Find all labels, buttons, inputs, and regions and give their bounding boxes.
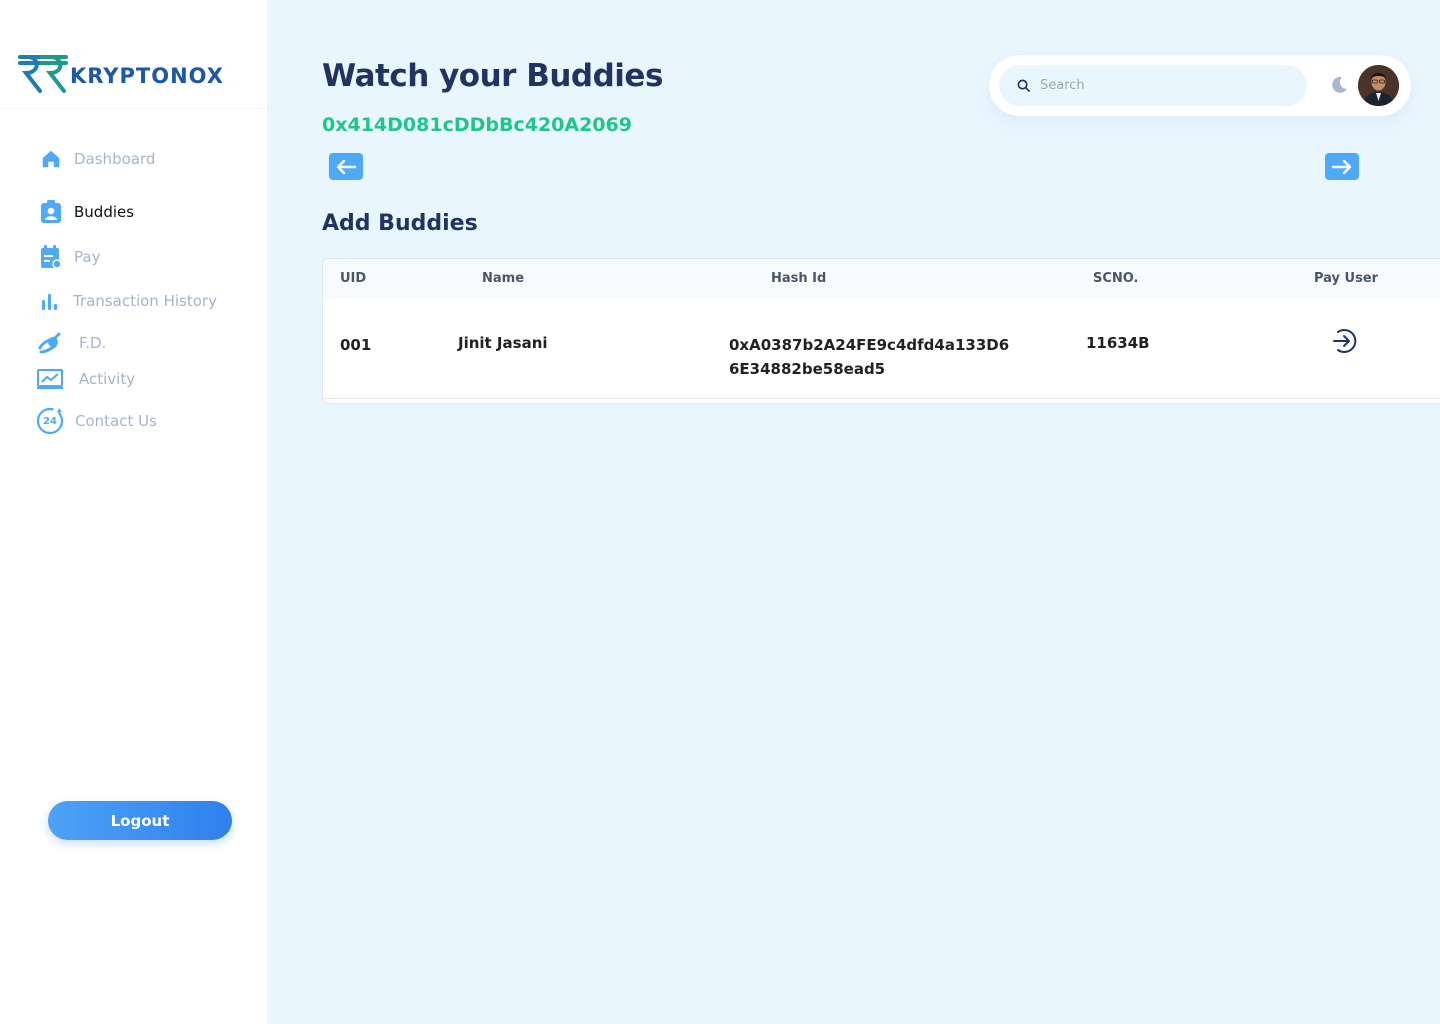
home-icon (38, 146, 64, 172)
bar-chart-icon (37, 288, 63, 314)
search-input[interactable] (1040, 78, 1280, 93)
buddies-table: UID Name Hash Id SCNO. Pay User 001 Jini… (322, 258, 1440, 404)
cell-scno: 11634B (1086, 334, 1150, 352)
cell-uid: 001 (340, 336, 372, 354)
sidebar-item-activity[interactable]: Activity (37, 366, 135, 392)
logo-divider (0, 108, 267, 109)
column-header-pay-user: Pay User (1314, 271, 1379, 286)
column-header-uid: UID (340, 271, 367, 286)
page-title: Watch your Buddies (322, 58, 663, 94)
column-header-name: Name (482, 271, 525, 286)
sidebar-item-buddies[interactable]: Buddies (38, 199, 134, 225)
support-24-icon: 24 (35, 406, 65, 436)
top-bar (989, 55, 1411, 116)
sidebar-item-transaction-history[interactable]: Transaction History (37, 288, 217, 314)
search-icon (1017, 79, 1030, 92)
column-header-hash-id: Hash Id (771, 271, 827, 286)
cell-name: Jinit Jasani (458, 334, 548, 352)
hash-line-2: 6E34882be58ead5 (729, 360, 886, 378)
hand-coin-icon (37, 330, 63, 356)
sidebar-item-label: F.D. (79, 334, 107, 352)
sidebar-item-label: Dashboard (74, 150, 156, 168)
next-button[interactable] (1325, 153, 1359, 180)
avatar[interactable] (1358, 65, 1399, 106)
section-title: Add Buddies (322, 211, 478, 236)
logout-button[interactable]: Logout (48, 801, 232, 840)
sidebar-item-dashboard[interactable]: Dashboard (38, 146, 155, 172)
logo-mark-icon (18, 55, 68, 93)
brand-name: KRYPTONOX (70, 64, 224, 88)
contact-badge-icon (38, 199, 64, 225)
sidebar-item-label: Buddies (74, 203, 135, 221)
pay-user-button[interactable] (1330, 327, 1358, 355)
sidebar-item-label: Pay (74, 248, 101, 266)
sidebar-item-label: Transaction History (73, 292, 217, 310)
sidebar: KRYPTONOX Dashboard Buddies Pay Transact… (0, 0, 267, 1024)
search-box[interactable] (999, 65, 1307, 106)
sidebar-item-pay[interactable]: Pay (38, 244, 100, 270)
wallet-address: 0x414D081cDDbBc420A2069 (322, 114, 632, 136)
row-divider (323, 398, 1440, 399)
calendar-list-icon (38, 244, 64, 270)
brand-logo[interactable]: KRYPTONOX (18, 50, 228, 96)
previous-button[interactable] (329, 153, 363, 180)
hash-line-1: 0xA0387b2A24FE9c4dfd4a133D6 (729, 336, 1010, 354)
sidebar-item-label: Contact Us (75, 412, 157, 430)
sidebar-item-label: Activity (79, 370, 136, 388)
column-header-scno: SCNO. (1093, 271, 1139, 286)
arrow-left-icon (336, 159, 357, 174)
moon-icon[interactable] (1329, 75, 1349, 95)
line-chart-icon (37, 366, 63, 392)
cell-hash-id: 0xA0387b2A24FE9c4dfd4a133D6 6E34882be58e… (729, 333, 1029, 381)
support-badge-text: 24 (43, 415, 57, 427)
login-arrow-icon (1333, 329, 1357, 353)
table-header: UID Name Hash Id SCNO. Pay User (323, 259, 1440, 299)
sidebar-item-contact-us[interactable]: 24 Contact Us (35, 406, 157, 436)
arrow-right-icon (1331, 159, 1352, 174)
user-avatar-icon (1358, 65, 1399, 106)
sidebar-item-fd[interactable]: F.D. (37, 330, 106, 356)
